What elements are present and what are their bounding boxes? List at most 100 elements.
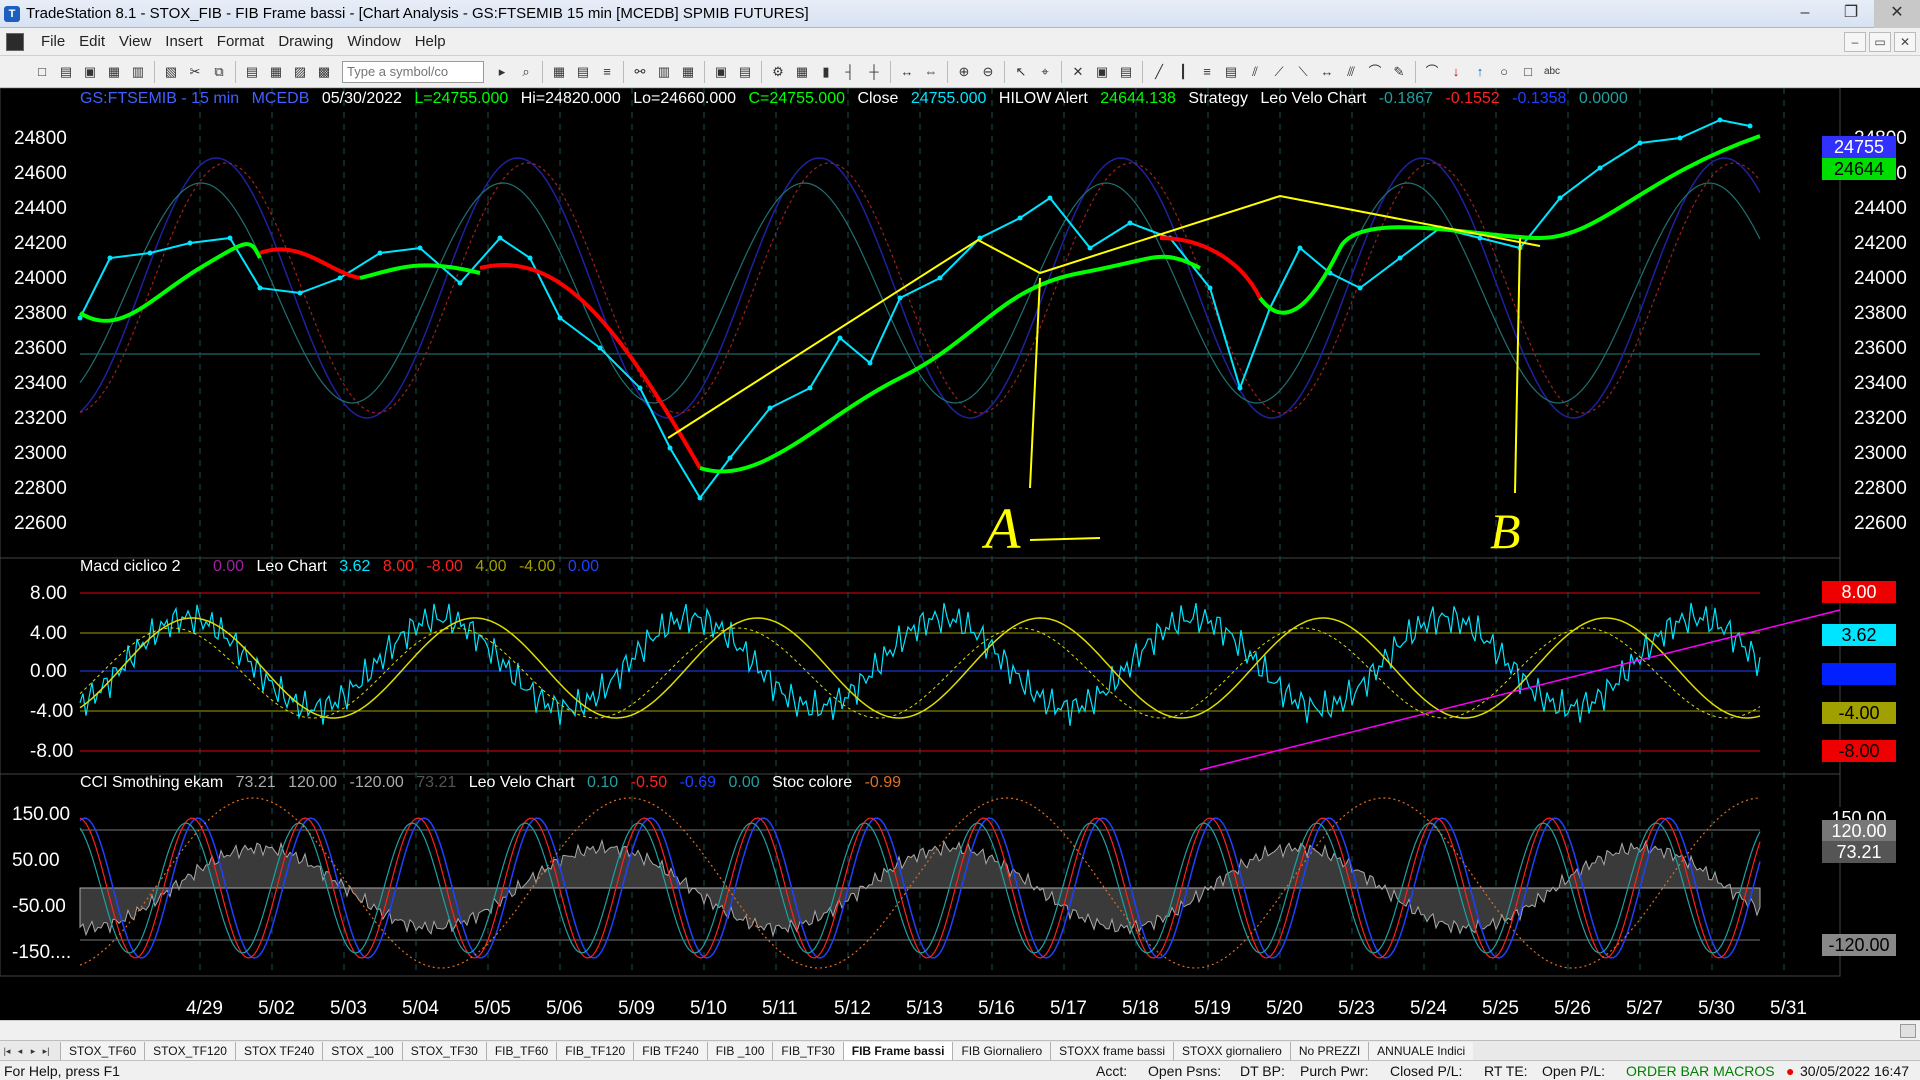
macro-icon[interactable]: ▩	[314, 62, 334, 82]
folder-icon[interactable]: ▥	[128, 62, 148, 82]
zoom-in-icon[interactable]: ⊕	[954, 62, 974, 82]
status-bar: For Help, press F1 Acct: Open Psns: DT B…	[0, 1060, 1920, 1080]
symbol-input[interactable]	[342, 60, 484, 83]
vertical-line-icon[interactable]: ┃	[1173, 62, 1193, 82]
chart-canvas[interactable]: 2480024800246002460024400244002420024200…	[0, 88, 1920, 1020]
format-icon[interactable]: ▤	[242, 62, 262, 82]
rectangle-icon[interactable]: □	[1518, 62, 1538, 82]
mdi-close-button[interactable]: ✕	[1894, 32, 1916, 52]
indicator-icon[interactable]: ⚙	[768, 62, 788, 82]
grid-icon[interactable]: ▦	[549, 62, 569, 82]
menu-view[interactable]: View	[112, 33, 158, 50]
list-icon[interactable]: ≡	[597, 62, 617, 82]
price-axis-label: 22800	[1854, 478, 1907, 499]
order-icon[interactable]: ▤	[1116, 62, 1136, 82]
menu-file[interactable]: File	[34, 33, 72, 50]
layout-icon[interactable]: ▣	[711, 62, 731, 82]
workspace-tab[interactable]: STOX TF240	[234, 1041, 323, 1060]
compress-icon[interactable]: ⇔	[921, 62, 941, 82]
menu-format[interactable]: Format	[210, 33, 272, 50]
speed-line-icon[interactable]: ⟍	[1293, 62, 1313, 82]
candle-chart-icon[interactable]: ┼	[864, 62, 884, 82]
workspace-tab[interactable]: STOX_TF60	[60, 1041, 145, 1060]
play-icon[interactable]: ▸	[492, 62, 512, 82]
price-point	[1717, 117, 1723, 123]
chart-style-icon[interactable]: ▮	[816, 62, 836, 82]
trendline-icon[interactable]: ╱	[1149, 62, 1169, 82]
up-arrow-icon[interactable]: ↑	[1470, 62, 1490, 82]
ellipse-icon[interactable]: ○	[1494, 62, 1514, 82]
workspace-tab[interactable]: FIB_TF30	[772, 1041, 843, 1060]
workspace-tab[interactable]: STOX_TF30	[401, 1041, 486, 1060]
bars-icon[interactable]: ▥	[654, 62, 674, 82]
bar-chart-icon[interactable]: ┤	[840, 62, 860, 82]
workspace-icon[interactable]: ▦	[104, 62, 124, 82]
workspace-tab[interactable]: FIB _100	[706, 1041, 773, 1060]
last-tab-icon[interactable]: ▸|	[40, 1044, 52, 1058]
workspace-tab[interactable]: FIB Giornaliero	[952, 1041, 1051, 1060]
curve-icon[interactable]: ⌒	[1422, 62, 1442, 82]
workspace-tab[interactable]: ANNUALE Indici	[1368, 1041, 1474, 1060]
copy-icon[interactable]: ⧉	[209, 62, 229, 82]
macd-zero-tag: 0.00	[1822, 663, 1896, 685]
pen-icon[interactable]: ✎	[1389, 62, 1409, 82]
price-axis-label: 23800	[1854, 303, 1907, 324]
prev-tab-icon[interactable]: ◂	[14, 1044, 26, 1058]
grid-icon[interactable]: ▦	[678, 62, 698, 82]
save-icon[interactable]: ▣	[80, 62, 100, 82]
scrollbar-thumb[interactable]	[1900, 1024, 1916, 1038]
purch-pwr-label: Purch Pwr:	[1300, 1063, 1369, 1079]
minimize-button[interactable]: –	[1782, 0, 1828, 28]
macros-label[interactable]: ORDER BAR MACROS	[1626, 1063, 1775, 1079]
scroll-icon[interactable]: ↔	[897, 62, 917, 82]
chart-analysis-window[interactable]: 2480024800246002460024400244002420024200…	[0, 88, 1920, 1020]
zoom-out-icon[interactable]: ⊖	[978, 62, 998, 82]
window-icon[interactable]: ▦	[266, 62, 286, 82]
menu-window[interactable]: Window	[340, 33, 407, 50]
workspace-tab[interactable]: FIB TF240	[633, 1041, 707, 1060]
horizontal-scrollbar[interactable]	[0, 1020, 1920, 1040]
cursor-icon[interactable]: ⌖	[1035, 62, 1055, 82]
cut-icon[interactable]: ✂	[185, 62, 205, 82]
menu-insert[interactable]: Insert	[158, 33, 210, 50]
workspace-tab[interactable]: No PREZZI	[1289, 1041, 1369, 1060]
chart-icon[interactable]: ▨	[290, 62, 310, 82]
pointer-icon[interactable]: ↖	[1011, 62, 1031, 82]
table-icon[interactable]: ▤	[573, 62, 593, 82]
layout-icon[interactable]: ▤	[735, 62, 755, 82]
workspace-tab[interactable]: FIB_TF60	[485, 1041, 557, 1060]
ruler-icon[interactable]: ↔	[1317, 62, 1337, 82]
workspace-tab[interactable]: STOX _100	[322, 1041, 402, 1060]
text-icon[interactable]: abc	[1542, 62, 1562, 82]
arc-icon[interactable]: ⌒	[1365, 62, 1385, 82]
fib-icon[interactable]: ▤	[1221, 62, 1241, 82]
link-icon[interactable]: ⚯	[630, 62, 650, 82]
fan-icon[interactable]: ⟋	[1269, 62, 1289, 82]
workspace-tab[interactable]: FIB Frame bassi	[842, 1041, 953, 1060]
new-icon[interactable]: □	[32, 62, 52, 82]
next-tab-icon[interactable]: ▸	[27, 1044, 39, 1058]
mdi-restore-button[interactable]: ▭	[1869, 32, 1891, 52]
first-tab-icon[interactable]: |◂	[1, 1044, 13, 1058]
open-icon[interactable]: ▤	[56, 62, 76, 82]
close-button[interactable]: ✕	[1874, 0, 1920, 28]
workspace-tab[interactable]: STOXX frame bassi	[1050, 1041, 1173, 1060]
chart-window-icon[interactable]	[6, 32, 24, 51]
search-icon[interactable]: ⌕	[516, 62, 536, 82]
channel-icon[interactable]: ⫽	[1245, 62, 1265, 82]
regression-icon[interactable]: ⫻	[1341, 62, 1361, 82]
data-icon[interactable]: ▦	[792, 62, 812, 82]
menu-help[interactable]: Help	[408, 33, 453, 50]
print-icon[interactable]: ▧	[161, 62, 181, 82]
workspace-tab[interactable]: FIB_TF120	[556, 1041, 634, 1060]
horizontal-lines-icon[interactable]: ≡	[1197, 62, 1217, 82]
mdi-minimize-button[interactable]: –	[1844, 32, 1866, 52]
window-icon[interactable]: ▣	[1092, 62, 1112, 82]
menu-drawing[interactable]: Drawing	[271, 33, 340, 50]
workspace-tab[interactable]: STOX_TF120	[144, 1041, 235, 1060]
tools-icon[interactable]: ✕	[1068, 62, 1088, 82]
down-arrow-icon[interactable]: ↓	[1446, 62, 1466, 82]
menu-edit[interactable]: Edit	[72, 33, 112, 50]
maximize-button[interactable]: ❐	[1828, 0, 1874, 28]
workspace-tab[interactable]: STOXX giornaliero	[1173, 1041, 1290, 1060]
